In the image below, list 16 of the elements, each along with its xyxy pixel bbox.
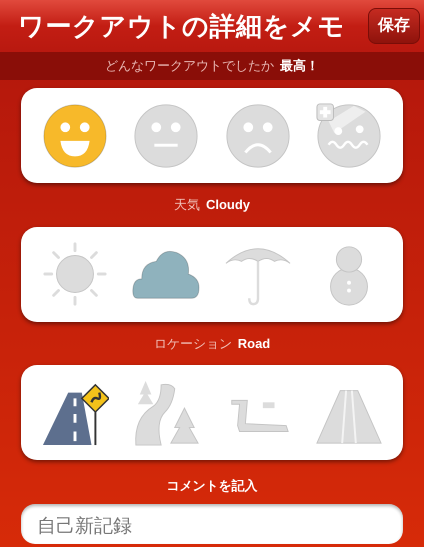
neutral-face-icon <box>132 102 200 170</box>
comment-label: コメントを記入 <box>166 477 258 495</box>
bandaged-face-icon <box>315 102 384 170</box>
screen-title: ワークアウトの詳細をメモ <box>18 10 345 42</box>
section-label: どんなワークアウトでしたか <box>105 57 274 76</box>
sad-face-icon <box>224 102 292 170</box>
section-value: Cloudy <box>206 196 250 214</box>
happy-face-icon <box>40 102 109 170</box>
save-button[interactable]: 保存 <box>368 8 420 44</box>
section-value: 最高！ <box>280 57 319 76</box>
trail-trees-icon <box>132 378 200 446</box>
section-label: 天気 <box>174 196 200 214</box>
section-value: Road <box>238 334 270 352</box>
section-label: ロケーション <box>154 334 232 352</box>
comment-field[interactable]: 自己新記録 <box>21 504 403 544</box>
sun-icon <box>40 240 109 308</box>
